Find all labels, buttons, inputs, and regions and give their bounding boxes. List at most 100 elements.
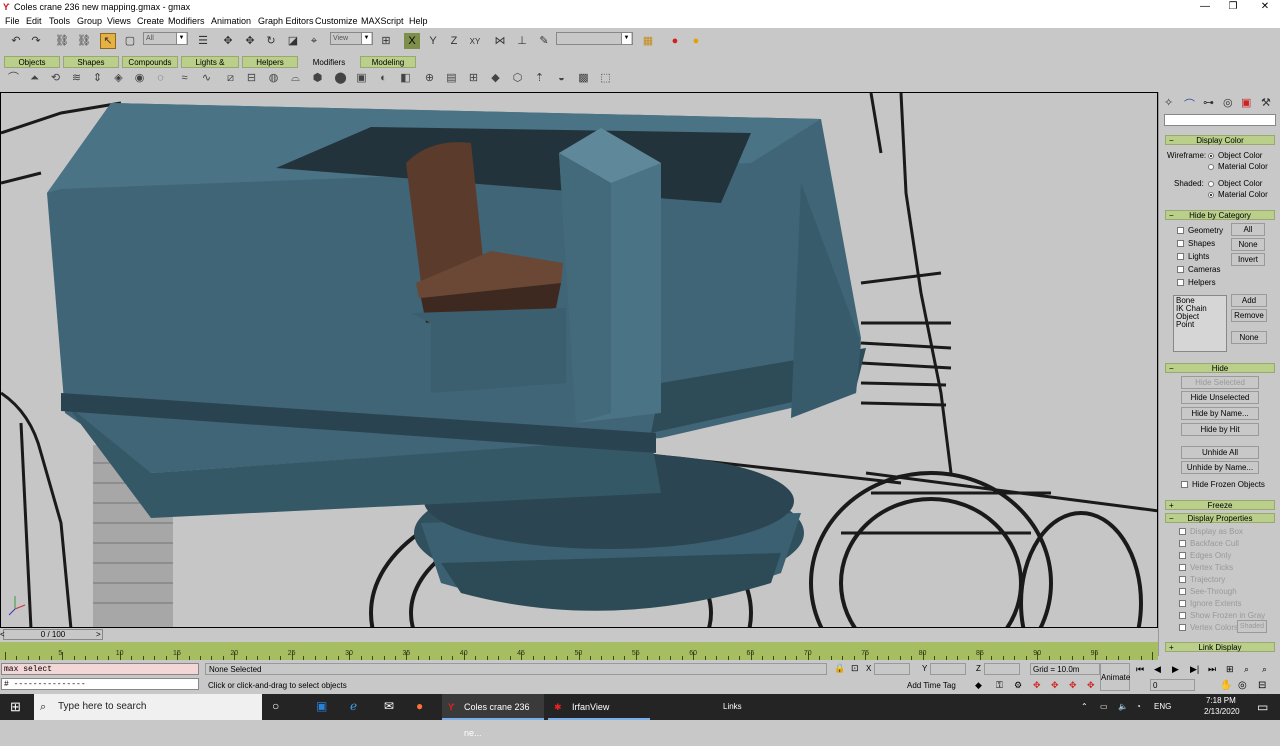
- motion-panel-icon[interactable]: ◎: [1223, 96, 1233, 109]
- redo-icon[interactable]: ↷: [28, 33, 44, 49]
- mirror-modifier-icon[interactable]: ⬤: [333, 71, 348, 86]
- tessellate-icon[interactable]: ⬚: [598, 71, 613, 86]
- select-and-link-icon[interactable]: ⛓: [54, 33, 70, 49]
- menu-file[interactable]: File: [5, 16, 20, 26]
- menu-customize[interactable]: Customize: [315, 16, 358, 26]
- language-indicator[interactable]: ENG: [1154, 694, 1171, 720]
- render-scene-icon[interactable]: ●: [667, 33, 683, 49]
- hide-by-name-button[interactable]: Hide by Name...: [1181, 407, 1259, 420]
- category-none-button[interactable]: None: [1231, 238, 1265, 251]
- edit-poly-icon[interactable]: ⬡: [510, 71, 525, 86]
- unhide-all-button[interactable]: Unhide All: [1181, 446, 1259, 459]
- time-slider[interactable]: 0 / 100: [3, 629, 103, 640]
- backface-cull-checkbox[interactable]: [1179, 540, 1186, 547]
- tab-lights-cameras[interactable]: Lights & Cameras: [181, 56, 239, 79]
- select-and-move-2-icon[interactable]: ✥: [242, 33, 258, 49]
- menu-maxscript[interactable]: MAXScript: [361, 16, 404, 26]
- utilities-panel-icon[interactable]: ⚒: [1261, 96, 1271, 109]
- add-time-tag[interactable]: Add Time Tag: [907, 681, 956, 690]
- task-view-icon[interactable]: ○: [272, 699, 279, 713]
- mirror-icon[interactable]: ⋈: [492, 33, 508, 49]
- push-modifier-icon[interactable]: ◉: [132, 71, 147, 86]
- category-invert-button[interactable]: Invert: [1231, 253, 1265, 266]
- perspective-viewport[interactable]: [0, 92, 1158, 628]
- taper-modifier-icon[interactable]: ⏶: [27, 71, 42, 86]
- wireframe-material-color-radio[interactable]: [1208, 164, 1214, 170]
- rollout-display-color[interactable]: − Display Color: [1165, 135, 1275, 145]
- menu-animation[interactable]: Animation: [211, 16, 251, 26]
- preserve-modifier-icon[interactable]: ◧: [398, 71, 413, 86]
- next-frame-icon[interactable]: ▶|: [1190, 664, 1199, 675]
- maxscript-listener-command[interactable]: max select: [1, 663, 199, 675]
- relax-modifier-icon[interactable]: ◌: [153, 71, 168, 86]
- select-manipulate-icon[interactable]: ⌖: [306, 33, 322, 49]
- helpers-checkbox[interactable]: [1177, 279, 1184, 286]
- z-coord-field[interactable]: [984, 663, 1020, 675]
- field-of-view-icon[interactable]: ✥: [1087, 680, 1095, 691]
- hide-by-hit-button[interactable]: Hide by Hit: [1181, 423, 1259, 436]
- zoom-icon[interactable]: ⌕: [1244, 664, 1249, 675]
- see-through-checkbox[interactable]: [1179, 588, 1186, 595]
- select-and-rotate-icon[interactable]: ↻: [263, 33, 279, 49]
- undo-icon[interactable]: ↶: [8, 33, 24, 49]
- tray-overflow-icon[interactable]: ⌃: [1081, 694, 1088, 720]
- quick-render-icon[interactable]: ●: [688, 33, 704, 49]
- menu-graph-editors[interactable]: Graph Editors: [258, 16, 314, 26]
- normal-modifier-icon[interactable]: ⇡: [532, 71, 547, 86]
- firefox-icon[interactable]: ●: [416, 699, 423, 713]
- named-selection-icon[interactable]: ✎: [536, 33, 552, 49]
- maxscript-listener-output[interactable]: # ---------------: [1, 678, 199, 690]
- modify-panel-icon[interactable]: ⌒: [1184, 96, 1195, 112]
- restrict-x-button[interactable]: X: [404, 33, 420, 49]
- edge-icon[interactable]: ℯ: [350, 699, 357, 713]
- category-all-button[interactable]: All: [1231, 223, 1265, 236]
- list-remove-button[interactable]: Remove: [1231, 309, 1267, 322]
- lights-checkbox[interactable]: [1177, 253, 1184, 260]
- pan-icon[interactable]: ✥: [1051, 680, 1059, 691]
- time-slider-next-icon[interactable]: >: [96, 630, 101, 639]
- list-none-button[interactable]: None: [1231, 331, 1267, 344]
- animate-button[interactable]: Animate: [1100, 663, 1130, 691]
- meshsmooth-icon[interactable]: ▩: [576, 71, 591, 86]
- shaded-material-color-radio[interactable]: [1208, 192, 1214, 198]
- lock-selection-icon[interactable]: 🔒: [834, 663, 845, 674]
- notification-icon[interactable]: ▭: [1257, 700, 1268, 714]
- time-slider-prev-icon[interactable]: <: [0, 630, 5, 639]
- noise-modifier-icon[interactable]: ≋: [69, 71, 84, 86]
- arc-rotate-icon[interactable]: ◎: [1238, 680, 1247, 691]
- play-icon[interactable]: ▶: [1172, 664, 1179, 675]
- zoom-extents-icon[interactable]: ⊞: [1226, 664, 1234, 675]
- squeeze-modifier-icon[interactable]: ◈: [111, 71, 126, 86]
- menu-help[interactable]: Help: [409, 16, 428, 26]
- panel-name-field[interactable]: [1164, 114, 1276, 126]
- mesh-select-icon[interactable]: ⊞: [466, 71, 481, 86]
- tab-objects[interactable]: Objects: [4, 56, 60, 68]
- restrict-z-button[interactable]: Z: [446, 33, 462, 49]
- set-key-icon[interactable]: ⚿: [996, 680, 1003, 691]
- menu-modifiers[interactable]: Modifiers: [168, 16, 205, 26]
- unlink-icon[interactable]: ⛓: [76, 33, 92, 49]
- twist-modifier-icon[interactable]: ⟲: [48, 71, 63, 86]
- slice-modifier-icon[interactable]: ⊟: [244, 71, 259, 86]
- hierarchy-panel-icon[interactable]: ⊶: [1203, 96, 1214, 109]
- select-region-icon[interactable]: ▢: [122, 33, 138, 49]
- tab-helpers[interactable]: Helpers: [242, 56, 298, 68]
- taskbar-gmax[interactable]: Ƴ Coles crane 236 ne...: [442, 694, 544, 738]
- x-coord-field[interactable]: [874, 663, 910, 675]
- lattice-modifier-icon[interactable]: ⬢: [310, 71, 325, 86]
- rollout-link-display[interactable]: + Link Display: [1165, 642, 1275, 652]
- list-item[interactable]: Point: [1176, 321, 1224, 329]
- stretch-modifier-icon[interactable]: ⇕: [90, 71, 105, 86]
- bend-modifier-icon[interactable]: ⌒: [6, 71, 21, 86]
- zoom-region-icon[interactable]: ✥: [1069, 680, 1077, 691]
- xform-modifier-icon[interactable]: ◐: [376, 71, 391, 86]
- edit-mesh-icon[interactable]: ◆: [488, 71, 503, 86]
- wave-modifier-icon[interactable]: ∿: [199, 71, 214, 86]
- hide-selected-button[interactable]: Hide Selected: [1181, 376, 1259, 389]
- category-list[interactable]: Bone IK Chain Object Point: [1173, 295, 1227, 352]
- ignore-extents-checkbox[interactable]: [1179, 600, 1186, 607]
- list-add-button[interactable]: Add: [1231, 294, 1267, 307]
- reference-coordinate-dropdown[interactable]: View: [330, 32, 373, 45]
- material-editor-icon[interactable]: ▦: [640, 33, 656, 49]
- hand-pan-icon[interactable]: ✋: [1220, 680, 1232, 691]
